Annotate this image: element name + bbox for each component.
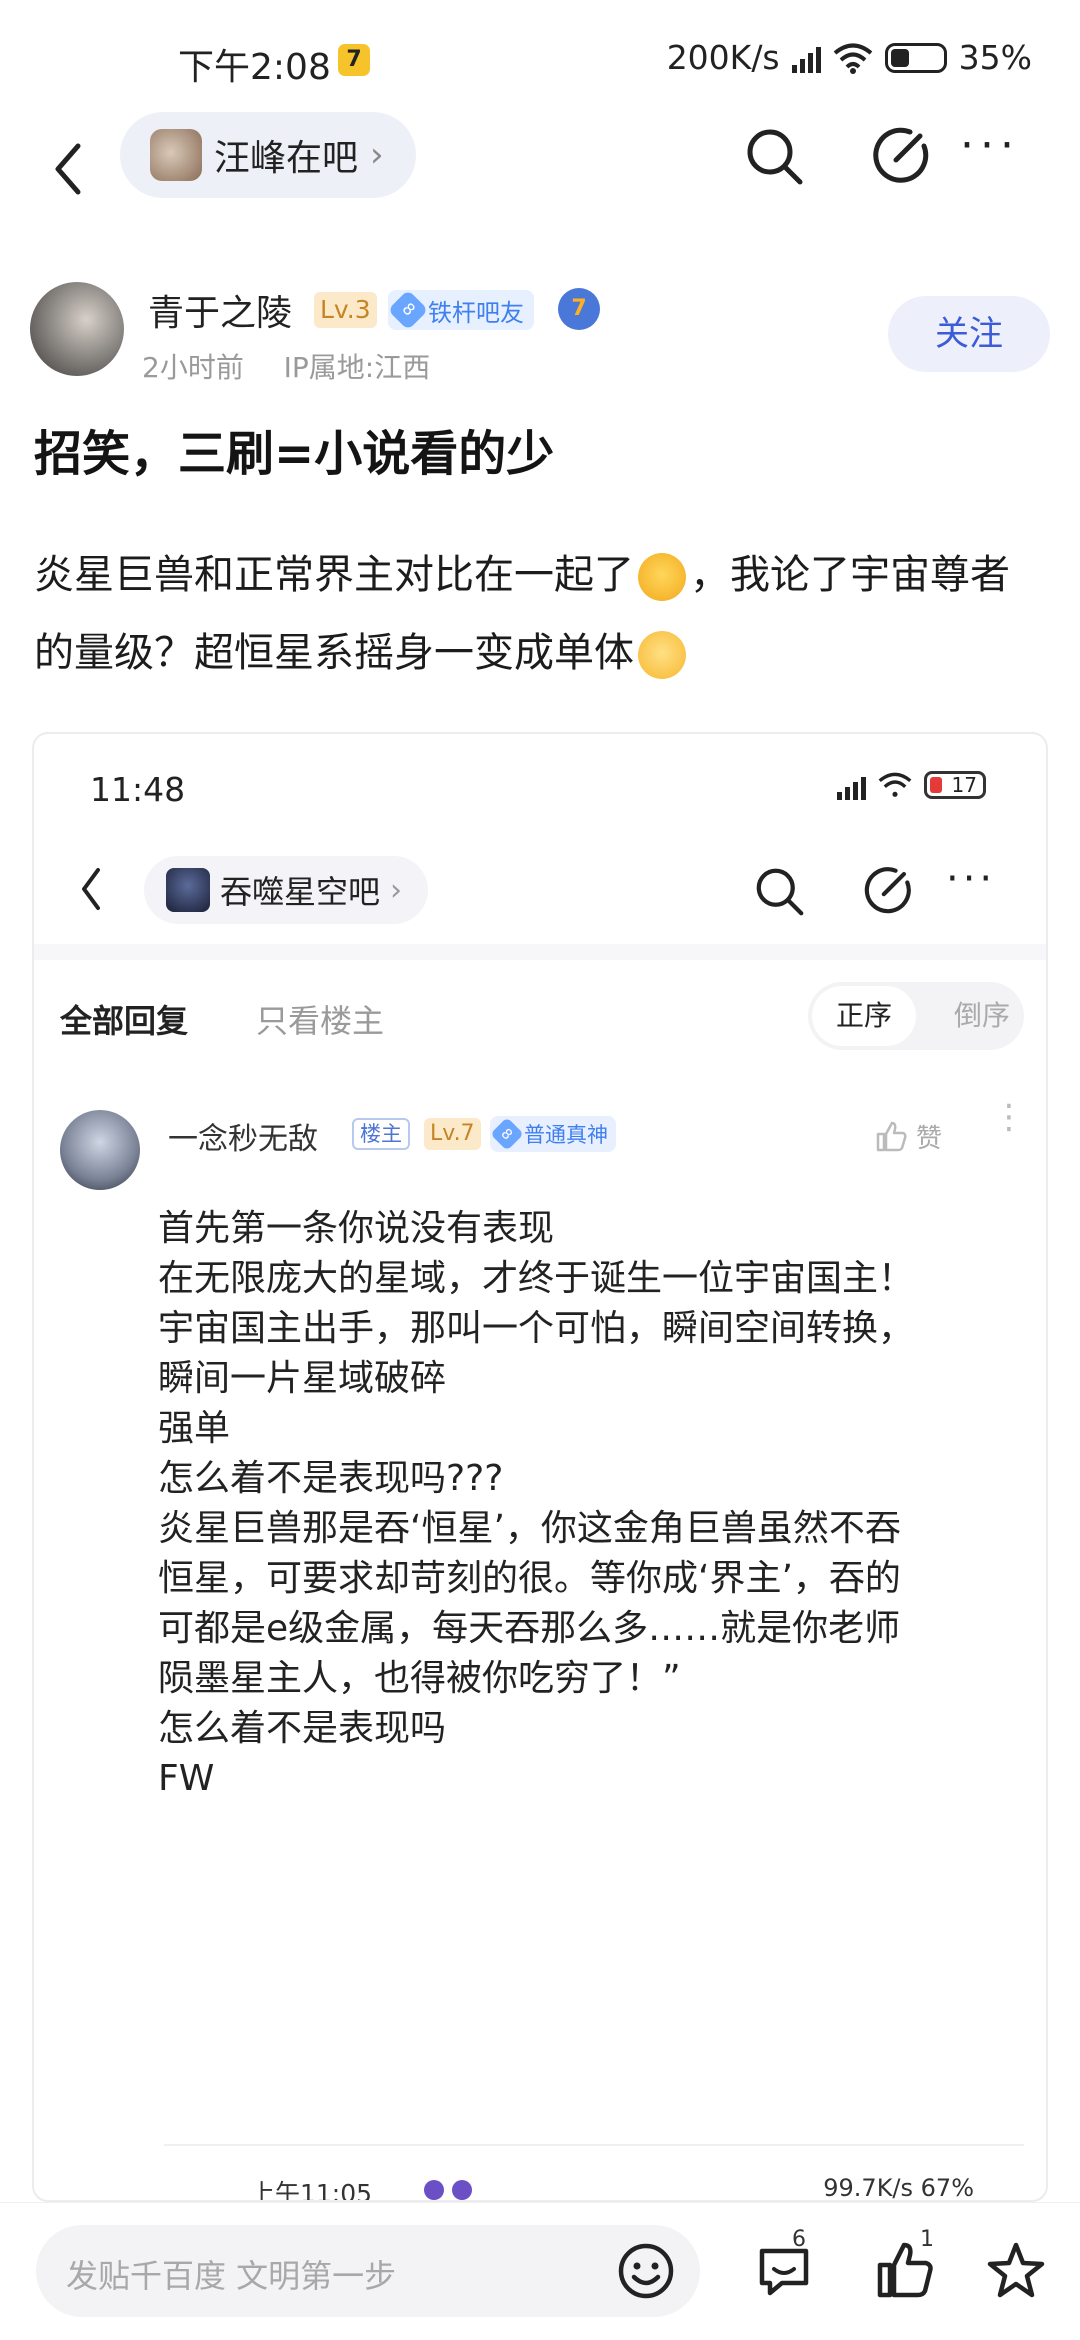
embedded-reply-line: 怎么着不是表现吗??? — [158, 1458, 504, 1499]
embedded-reply-avatar — [60, 1110, 140, 1190]
bottom-bar: 发贴千百度 文明第一步 6 1 — [0, 2202, 1080, 2340]
embedded-tab-host-only: 只看楼主 — [256, 1002, 385, 1040]
embedded-tab-all-replies: 全部回复 — [60, 1002, 189, 1040]
embedded-status-time: 11:48 — [90, 770, 186, 809]
embedded-divider — [34, 944, 1046, 960]
like-button[interactable]: 1 — [872, 2227, 936, 2307]
signal-icon — [791, 43, 821, 73]
embedded-reply-line: 可都是e级金属，每天吞那么多……就是你老师 — [158, 1608, 901, 1649]
forum-avatar — [150, 129, 202, 181]
embedded-search-icon — [756, 868, 804, 916]
embedded-chevron-icon: › — [390, 872, 403, 908]
chevron-right-icon: › — [370, 135, 384, 175]
embedded-sort-desc: 倒序 — [953, 999, 1010, 1032]
status-indicators: 200K/s 35% — [667, 38, 1032, 77]
embedded-nav: 吞噬星空吧 › ··· — [34, 834, 1046, 944]
net-speed: 200K/s — [666, 38, 780, 77]
embedded-title-number: 8 — [490, 1117, 524, 1151]
embedded-sort-toggle: 正序 倒序 — [808, 982, 1024, 1050]
embedded-like-label: 赞 — [916, 1124, 943, 1154]
star-icon — [987, 2242, 1045, 2298]
comment-button[interactable]: 6 — [752, 2227, 816, 2307]
shy-emoji-icon — [638, 631, 686, 679]
title-badge-number: 8 — [387, 289, 429, 331]
search-icon[interactable] — [742, 124, 808, 190]
reply-placeholder: 发贴千百度 文明第一步 — [66, 2257, 397, 2295]
status-time: 下午2:08 — [178, 47, 331, 88]
embedded-forum-name: 吞噬星空吧 — [220, 873, 381, 911]
nested-net-speed: 99.7K/s — [823, 2174, 914, 2202]
embedded-reply-line: 强单 — [158, 1408, 231, 1449]
embedded-edit-icon — [864, 867, 911, 914]
level-badge: Lv.3 — [314, 292, 377, 328]
nested-status-right: 99.7K/s 67% — [823, 2174, 974, 2202]
embedded-like: 赞 — [874, 1118, 942, 1155]
title-badge-text: 铁杆吧友 — [428, 298, 524, 327]
angry-emoji-icon — [638, 553, 686, 601]
nested-battery: 67% — [920, 2174, 974, 2202]
follow-button[interactable]: 关注 — [888, 296, 1050, 372]
author-avatar[interactable] — [30, 282, 124, 376]
embedded-back-icon — [82, 868, 100, 910]
embedded-title-badge: 8 普通真神 — [490, 1116, 616, 1152]
app-notification-icon: 7 — [338, 44, 370, 76]
battery-percent: 35% — [958, 38, 1032, 77]
embedded-reply-line: 陨墨星主人，也得被你吃穷了！” — [158, 1658, 681, 1699]
embedded-status-indicators: 17 — [837, 770, 986, 800]
author-meta: 2小时前 IP属地:江西 — [142, 346, 430, 386]
embedded-reply-content: 首先第一条你说没有表现在无限庞大的星域，才终于诞生一位宇宙国主！ 宇宙国主出手，那… — [158, 1204, 1038, 1804]
nested-status-time: 上午11:05 — [250, 2179, 373, 2202]
embedded-reply-line: 瞬间一片星域破碎 — [158, 1358, 447, 1399]
embedded-reply-username: 一念秒无敌 — [168, 1122, 318, 1157]
author-name[interactable]: 青于之陵 — [148, 284, 292, 336]
embedded-host-tag: 楼主 — [352, 1118, 410, 1150]
post-body: 炎星巨兽和正常界主对比在一起了 ，我论了宇宙尊者的量级？超恒星系摇身一变成单体 — [34, 536, 1044, 692]
embedded-reply-line: 恒星，可要求却苛刻的很。等你成‘界主’，吞的 — [158, 1558, 901, 1599]
embedded-wifi-icon — [878, 772, 912, 797]
embedded-more-icon: ··· — [946, 856, 997, 902]
embedded-thumb-up-icon — [876, 1121, 907, 1151]
post-time: 2小时前 — [142, 351, 244, 384]
embedded-forum-avatar — [166, 868, 210, 912]
like-count: 1 — [920, 2227, 934, 2252]
post-author: 青于之陵 Lv.3 8 铁杆吧友 7 2小时前 IP属地:江西 关注 — [30, 278, 1050, 398]
status-bar: 下午2:08 7 200K/s 35% — [0, 0, 1080, 120]
embedded-reply-line: 在无限庞大的星域，才终于诞生一位宇宙国主！ — [158, 1258, 915, 1299]
embedded-reply-line: 首先第一条你说没有表现 — [158, 1208, 555, 1249]
member-badge-icon: 7 — [558, 288, 600, 330]
battery-icon — [884, 42, 947, 73]
embedded-reply-line: 炎星巨兽那是吞‘恒星’，你这金角巨兽虽然不吞 — [158, 1508, 901, 1549]
embedded-forum-pill: 吞噬星空吧 › — [144, 856, 429, 924]
embedded-reply-line: FW — [158, 1758, 215, 1799]
emoji-icon[interactable] — [614, 2239, 678, 2303]
nested-status-icons — [424, 2180, 472, 2200]
embedded-reply-line: 怎么着不是表现吗 — [158, 1708, 447, 1749]
embedded-signal-icon — [837, 770, 866, 800]
forum-pill[interactable]: 汪峰在吧 › — [120, 112, 416, 198]
embedded-title-text: 普通真神 — [524, 1123, 608, 1147]
comment-count: 6 — [792, 2227, 806, 2252]
favorite-button[interactable] — [984, 2239, 1048, 2307]
embedded-kebab-icon: ⋮ — [992, 1097, 1026, 1137]
title-badge: 8 铁杆吧友 — [387, 289, 534, 331]
embedded-reply-line: 宇宙国主出手，那叫一个可怕，瞬间空间转换， — [158, 1308, 915, 1349]
embedded-nested-screenshot: 上午11:05 99.7K/s 67% — [164, 2144, 1024, 2202]
post-title: 招笑，三刷=小说看的少 — [34, 426, 555, 482]
embedded-level-badge: Lv.7 — [424, 1118, 481, 1150]
top-nav: 汪峰在吧 › ··· — [0, 110, 1080, 230]
edit-icon[interactable] — [870, 124, 932, 186]
forum-name: 汪峰在吧 — [214, 138, 359, 179]
comment-icon — [759, 2248, 809, 2296]
embedded-sort-asc: 正序 — [812, 986, 916, 1046]
embedded-screenshot[interactable]: 11:48 17 吞噬星空吧 › ··· 全部回复 只看楼主 正序 倒序 一念秒… — [32, 732, 1048, 2202]
wifi-icon — [833, 43, 872, 74]
ip-location: IP属地:江西 — [283, 351, 431, 384]
back-icon[interactable] — [44, 134, 94, 204]
post-body-text-1: 炎星巨兽和正常界主对比在一起了 — [34, 552, 634, 598]
embedded-battery-icon: 17 — [924, 771, 986, 799]
reply-input[interactable]: 发贴千百度 文明第一步 — [36, 2225, 700, 2317]
more-icon[interactable]: ··· — [960, 120, 1020, 171]
